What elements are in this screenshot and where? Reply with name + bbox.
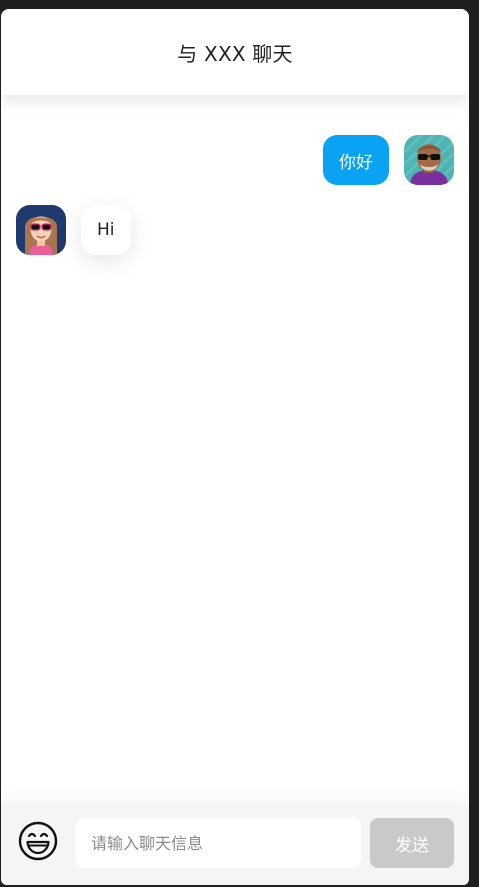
chat-header: 与 XXX 聊天 bbox=[1, 9, 469, 95]
man-sunglasses-avatar-icon bbox=[404, 135, 454, 185]
my-avatar[interactable] bbox=[404, 135, 454, 185]
contact-avatar[interactable] bbox=[16, 205, 66, 255]
message-bubble-incoming[interactable]: Hi bbox=[81, 205, 131, 255]
message-list[interactable]: 你好 Hi bbox=[1, 95, 469, 803]
message-bubble-outgoing[interactable]: 你好 bbox=[323, 135, 389, 185]
grinning-face-icon bbox=[18, 821, 58, 861]
send-button[interactable]: 发送 bbox=[370, 818, 454, 868]
message-row-incoming: Hi bbox=[16, 205, 131, 255]
message-text: Hi bbox=[97, 220, 115, 240]
message-input[interactable] bbox=[76, 818, 361, 868]
chat-title: 与 XXX 聊天 bbox=[177, 41, 293, 66]
emoji-button[interactable] bbox=[17, 820, 59, 862]
chat-window: 与 XXX 聊天 你好 Hi 请输入聊天信息 发送 bbox=[1, 9, 469, 885]
message-row-outgoing: 你好 bbox=[323, 135, 454, 185]
message-text: 你好 bbox=[339, 152, 373, 173]
message-input-container bbox=[76, 818, 361, 868]
composer-bar: 发送 bbox=[1, 803, 469, 885]
woman-sunglasses-avatar-icon bbox=[16, 205, 66, 255]
